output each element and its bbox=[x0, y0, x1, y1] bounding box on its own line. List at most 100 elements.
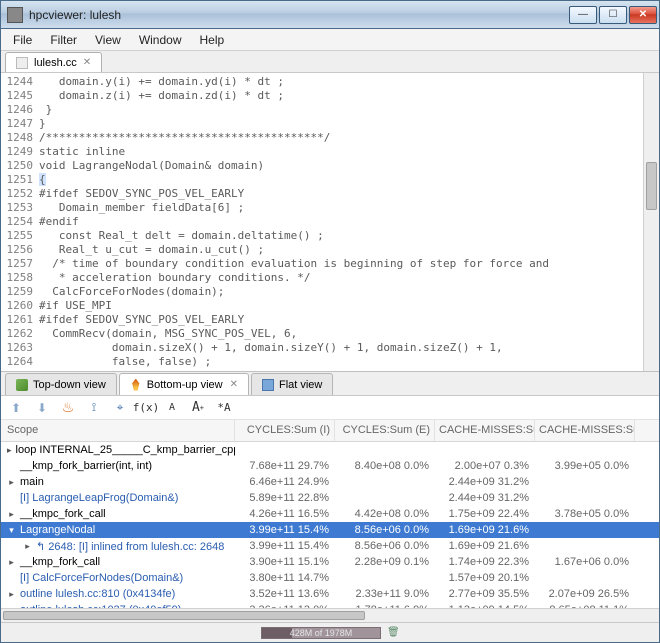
menu-view[interactable]: View bbox=[87, 31, 129, 49]
horizontal-scrollbar[interactable] bbox=[1, 608, 659, 622]
metric-cell: 2.44e+09 31.2% bbox=[435, 492, 535, 504]
scope-label[interactable]: ↰ 2648: [I] inlined from lulesh.cc: 2648 bbox=[36, 540, 224, 553]
code-editor[interactable]: 1244124512461247124812491250125112521253… bbox=[1, 73, 659, 372]
code-line[interactable]: /***************************************… bbox=[39, 131, 643, 145]
code-line[interactable]: Real_t u_cut = domain.u_cut() ; bbox=[39, 243, 643, 257]
code-line[interactable]: domain.y(i) += domain.yd(i) * dt ; bbox=[39, 75, 643, 89]
table-row[interactable]: loop INTERNAL_25_____C_kmp_barrier_cpp_d… bbox=[1, 442, 659, 458]
vertical-scrollbar[interactable] bbox=[643, 73, 659, 371]
chevron-right-icon[interactable] bbox=[7, 510, 16, 519]
editor-tab[interactable]: lulesh.cc ✕ bbox=[5, 52, 102, 72]
scope-cell[interactable]: LagrangeNodal bbox=[1, 524, 235, 536]
memory-gauge[interactable]: 428M of 1978M bbox=[261, 627, 381, 639]
code-lines[interactable]: domain.y(i) += domain.yd(i) * dt ; domai… bbox=[37, 73, 643, 371]
table-row[interactable]: ↰ 2648: [I] inlined from lulesh.cc: 2648… bbox=[1, 538, 659, 554]
code-line[interactable]: domain.z(i) += domain.zd(i) * dt ; bbox=[39, 89, 643, 103]
fx-icon[interactable]: f(x) bbox=[139, 401, 153, 415]
code-line[interactable]: const Real_t delt = domain.deltatime() ; bbox=[39, 229, 643, 243]
code-line[interactable]: CalcForceForNodes(domain); bbox=[39, 285, 643, 299]
tab-top-down[interactable]: Top-down view bbox=[5, 373, 117, 395]
arrow-up-icon[interactable]: ⬆ bbox=[9, 401, 23, 415]
tab-flat[interactable]: Flat view bbox=[251, 373, 333, 395]
code-line[interactable]: } bbox=[39, 103, 643, 117]
table-row[interactable]: outline lulesh.cc:810 (0x4134fe)3.52e+11… bbox=[1, 586, 659, 602]
title-bar[interactable]: hpcviewer: lulesh — ☐ ✕ bbox=[1, 1, 659, 29]
table-row[interactable]: __kmpc_fork_call4.26e+11 16.5%4.42e+08 0… bbox=[1, 506, 659, 522]
col-scope[interactable]: Scope bbox=[1, 420, 235, 441]
scrollbar-thumb[interactable] bbox=[646, 162, 657, 210]
table-row[interactable]: [I] CalcForceForNodes(Domain&)3.80e+11 1… bbox=[1, 570, 659, 586]
font-star-icon[interactable]: *A bbox=[217, 401, 231, 415]
zoom-icon[interactable]: ⌖ bbox=[113, 401, 127, 415]
chevron-right-icon[interactable] bbox=[23, 542, 32, 551]
code-line[interactable]: #endif bbox=[39, 215, 643, 229]
scope-cell[interactable]: __kmpc_fork_call bbox=[1, 508, 235, 520]
line-number: 1257 bbox=[1, 257, 33, 271]
menu-help[interactable]: Help bbox=[192, 31, 233, 49]
metric-cell: 8.56e+06 0.0% bbox=[335, 524, 435, 536]
code-line[interactable]: Domain_member fieldData[6] ; bbox=[39, 201, 643, 215]
code-line[interactable]: #ifdef SEDOV_SYNC_POS_VEL_EARLY bbox=[39, 313, 643, 327]
code-line[interactable]: #ifdef SEDOV_SYNC_POS_VEL_EARLY bbox=[39, 187, 643, 201]
col-cache-e[interactable]: CACHE-MISSES:Sum (E) bbox=[535, 420, 635, 441]
scope-cell[interactable]: [I] LagrangeLeapFrog(Domain&) bbox=[1, 492, 235, 504]
code-line[interactable]: domain.sizeX() + 1, domain.sizeY() + 1, … bbox=[39, 341, 643, 355]
table-row[interactable]: LagrangeNodal3.99e+11 15.4%8.56e+06 0.0%… bbox=[1, 522, 659, 538]
table-row[interactable]: __kmp_fork_call3.90e+11 15.1%2.28e+09 0.… bbox=[1, 554, 659, 570]
menu-filter[interactable]: Filter bbox=[42, 31, 85, 49]
close-icon[interactable]: ✕ bbox=[230, 379, 238, 390]
metric-cell: 3.99e+11 15.4% bbox=[235, 524, 335, 536]
close-icon[interactable]: ✕ bbox=[83, 57, 91, 68]
scrollbar-thumb[interactable] bbox=[3, 611, 365, 620]
flame-icon bbox=[130, 379, 142, 391]
scope-cell[interactable]: main bbox=[1, 476, 235, 488]
scope-cell[interactable]: __kmp_fork_barrier(int, int) bbox=[1, 460, 235, 472]
scope-cell[interactable]: __kmp_fork_call bbox=[1, 556, 235, 568]
menu-file[interactable]: File bbox=[5, 31, 40, 49]
code-line[interactable]: false, false) ; bbox=[39, 355, 643, 369]
code-line[interactable]: static inline bbox=[39, 145, 643, 159]
code-line[interactable]: CommRecv(domain, MSG_SYNC_POS_VEL, 6, bbox=[39, 327, 643, 341]
code-line[interactable]: /* time of boundary condition evaluation… bbox=[39, 257, 643, 271]
scope-label[interactable]: [I] CalcForceForNodes(Domain&) bbox=[20, 572, 183, 584]
chevron-down-icon[interactable] bbox=[7, 526, 16, 535]
code-line[interactable]: * acceleration boundary conditions. */ bbox=[39, 271, 643, 285]
scope-label[interactable]: outline lulesh.cc:810 (0x4134fe) bbox=[20, 588, 175, 600]
arrow-down-icon[interactable]: ⬇ bbox=[35, 401, 49, 415]
scope-label[interactable]: [I] LagrangeLeapFrog(Domain&) bbox=[20, 492, 178, 504]
scope-label: loop INTERNAL_25_____C_kmp_barrier_cpp_d… bbox=[16, 444, 235, 456]
col-cycles-i[interactable]: CYCLES:Sum (I) bbox=[235, 420, 335, 441]
table-header: Scope CYCLES:Sum (I) CYCLES:Sum (E) CACH… bbox=[1, 420, 659, 442]
flame-icon[interactable]: ♨ bbox=[61, 401, 75, 415]
metric-cell: 3.99e+05 0.0% bbox=[535, 460, 635, 472]
antenna-icon[interactable]: ⟟ bbox=[87, 401, 101, 415]
chevron-right-icon[interactable] bbox=[7, 558, 16, 567]
scope-cell[interactable]: outline lulesh.cc:810 (0x4134fe) bbox=[1, 588, 235, 600]
code-line[interactable]: #if USE_MPI bbox=[39, 299, 643, 313]
col-cache-i[interactable]: CACHE-MISSES:Sum (I) bbox=[435, 420, 535, 441]
table-row[interactable]: [I] LagrangeLeapFrog(Domain&)5.89e+11 22… bbox=[1, 490, 659, 506]
table-row[interactable]: __kmp_fork_barrier(int, int)7.68e+11 29.… bbox=[1, 458, 659, 474]
col-cycles-e[interactable]: CYCLES:Sum (E) bbox=[335, 420, 435, 441]
close-button[interactable]: ✕ bbox=[629, 6, 657, 24]
chevron-right-icon[interactable] bbox=[7, 590, 16, 599]
font-small-icon[interactable]: A bbox=[165, 401, 179, 415]
chevron-right-icon[interactable] bbox=[7, 478, 16, 487]
trash-icon[interactable]: 🗑 bbox=[387, 627, 399, 639]
code-line[interactable]: { bbox=[39, 173, 643, 187]
scope-cell[interactable]: [I] CalcForceForNodes(Domain&) bbox=[1, 572, 235, 584]
chevron-right-icon[interactable] bbox=[7, 446, 12, 455]
maximize-button[interactable]: ☐ bbox=[599, 6, 627, 24]
view-tab-label: Bottom-up view bbox=[147, 379, 223, 391]
scope-cell[interactable]: loop INTERNAL_25_____C_kmp_barrier_cpp_d… bbox=[1, 444, 235, 456]
table-row[interactable]: main6.46e+11 24.9%2.44e+09 31.2% bbox=[1, 474, 659, 490]
metric-cell: 8.40e+08 0.0% bbox=[335, 460, 435, 472]
tab-bottom-up[interactable]: Bottom-up view ✕ bbox=[119, 373, 249, 395]
minimize-button[interactable]: — bbox=[569, 6, 597, 24]
scope-cell[interactable]: ↰ 2648: [I] inlined from lulesh.cc: 2648 bbox=[1, 540, 235, 553]
code-line[interactable]: } bbox=[39, 117, 643, 131]
menu-window[interactable]: Window bbox=[131, 31, 190, 49]
code-line[interactable]: #endif bbox=[39, 369, 643, 371]
code-line[interactable]: void LagrangeNodal(Domain& domain) bbox=[39, 159, 643, 173]
font-big-icon[interactable]: A+ bbox=[191, 401, 205, 415]
